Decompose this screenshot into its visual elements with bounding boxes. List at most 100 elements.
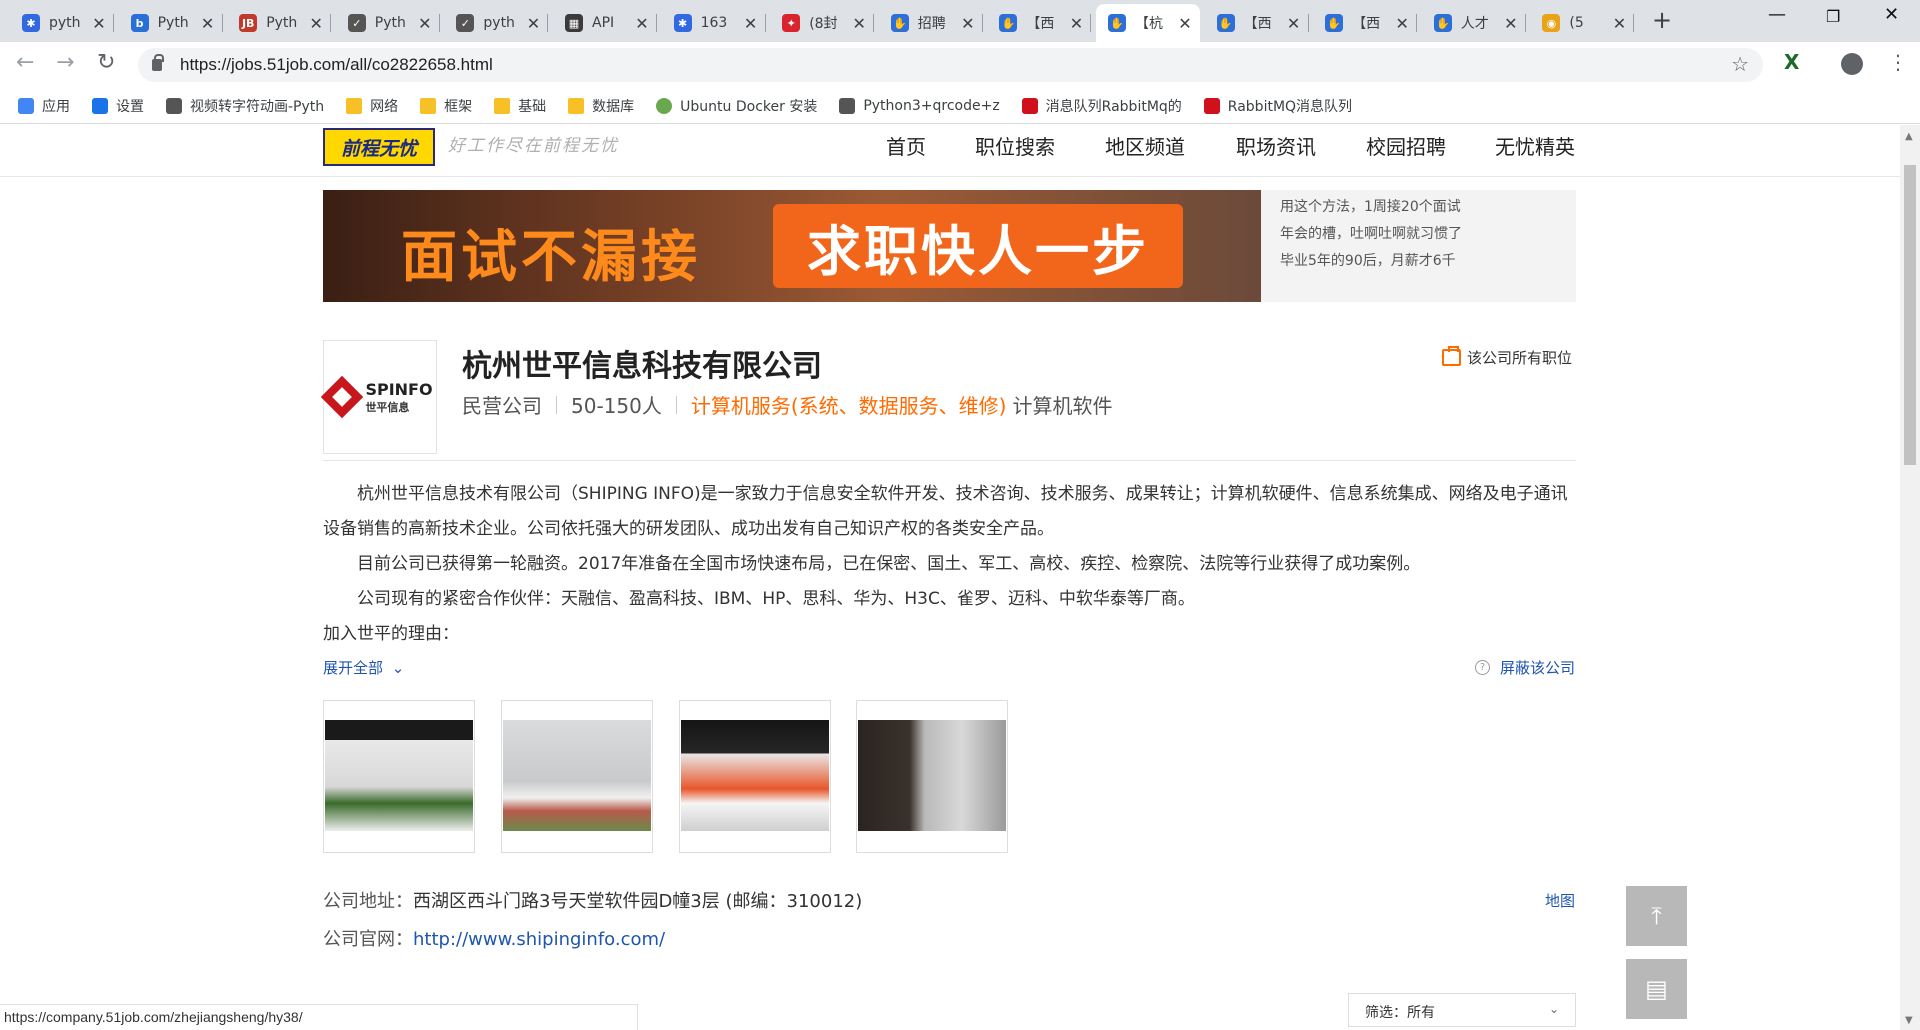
close-tab-icon[interactable]: ✕ [90,14,108,33]
nav-home[interactable]: 首页 [886,131,926,160]
browser-tab[interactable]: ✋ 【西 ✕ [1313,4,1418,42]
new-tab-button[interactable]: + [1652,6,1672,34]
office-photo-image [858,720,1006,831]
browser-tab[interactable]: ✋ 【杭 ✕ [1096,4,1200,42]
browser-tab[interactable]: ✱ pyth ✕ [10,4,114,42]
browser-tab[interactable]: ✋ 【西 ✕ [987,4,1092,42]
bookmark-item[interactable]: Ubuntu Docker 安装 [656,96,817,116]
ad-side-link[interactable]: 年会的槽，吐啊吐啊就习惯了 [1280,221,1576,248]
back-arrow-icon[interactable]: ← [16,50,34,75]
bookmark-item[interactable]: 设置 [92,96,144,116]
scrollbar-thumb[interactable] [1904,165,1916,465]
browser-tab[interactable]: ▦ API ✕ [553,4,657,42]
browser-tab[interactable]: ✦ (8封 ✕ [770,4,875,42]
tab-title: 【西 [1026,16,1055,32]
close-tab-icon[interactable]: ✕ [633,14,651,33]
bookmark-label: Ubuntu Docker 安装 [680,98,818,115]
company-photo[interactable] [679,700,831,853]
company-logo: SPINFO 世平信息 [321,340,437,454]
close-tab-icon[interactable]: ✕ [307,14,325,33]
company-type: 民营公司 [462,394,542,418]
ad-side-link[interactable]: 毕业5年的90后，月薪才6千 [1280,248,1576,275]
browser-tab[interactable]: ✋ 招聘 ✕ [879,4,983,42]
close-tab-icon[interactable]: ✕ [1285,14,1303,33]
nav-region[interactable]: 地区频道 [1105,131,1185,160]
office-photo-image [325,720,473,831]
bookmark-item[interactable]: 基础 [494,96,546,116]
close-tab-icon[interactable]: ✕ [1610,14,1628,33]
nav-campus[interactable]: 校园招聘 [1366,131,1446,160]
scroll-up-arrow-icon[interactable]: ▲ [1905,131,1913,142]
doc-icon: ▦ [565,14,583,32]
bookmark-item[interactable]: RabbitMQ消息队列 [1203,96,1353,116]
block-company-link[interactable]: ? 屏蔽该公司 [1475,657,1575,678]
page-scrollbar[interactable]: ▲ ▼ [1900,125,1920,1030]
back-to-top-button[interactable]: ⤒ [1626,886,1687,946]
bookmark-item[interactable]: 数据库 [568,96,634,116]
browser-tab[interactable]: ✋ 【西 ✕ [1205,4,1309,42]
reload-icon[interactable]: ↻ [97,50,115,75]
intro-paragraph: 目前公司已获得第一轮融资。2017年准备在全国市场快速布局，已在保密、国土、军工… [357,554,1421,574]
extension-x-icon[interactable]: X [1784,50,1799,74]
feedback-button[interactable]: ▤ [1626,959,1687,1019]
browser-tab[interactable]: ✋ 人才 ✕ [1422,4,1526,42]
all-jobs-link[interactable]: 该公司所有职位 [1442,346,1572,368]
baidu-icon: ✱ [22,14,40,32]
close-tab-icon[interactable]: ✕ [742,14,760,33]
close-tab-icon[interactable]: ✕ [524,14,542,33]
address-bar[interactable]: https://jobs.51job.com/all/co2822658.htm… [138,48,1763,82]
bookmark-item[interactable]: 网络 [346,96,398,116]
status-bar-url: https://company.51job.com/zhejiangsheng/… [0,1004,638,1030]
website-link[interactable]: http://www.shipinginfo.com/ [413,929,665,950]
ad-side-link[interactable]: 用这个方法，1周接20个面试 [1280,194,1576,221]
browser-tab[interactable]: ◉ (5 ✕ [1530,4,1635,42]
close-tab-icon[interactable]: ✕ [1502,14,1520,33]
bookmark-star-icon[interactable]: ☆ [1731,52,1749,76]
scroll-down-arrow-icon[interactable]: ▼ [1905,1015,1913,1026]
bookmark-item[interactable]: 消息队列RabbitMq的 [1021,96,1182,116]
ad-banner[interactable]: 面试不漏接 求职快人一步 [323,190,1261,302]
company-photo[interactable] [856,700,1008,853]
menu-dots-icon[interactable]: ⋮ [1888,50,1908,74]
browser-tab[interactable]: JB Pyth ✕ [227,4,332,42]
close-tab-icon[interactable]: ✕ [1393,14,1411,33]
intro-paragraph: 公司现有的紧密合作伙伴：天融信、盈高科技、IBM、HP、思科、华为、H3C、雀罗… [357,589,1195,609]
nav-career-news[interactable]: 职场资讯 [1236,131,1316,160]
close-tab-icon[interactable]: ✕ [1067,14,1085,33]
minimize-button[interactable]: — [1768,4,1786,25]
bookmark-label: 视频转字符动画-Pyth [190,98,325,115]
expand-all-link[interactable]: 展开全部 ⌄ [323,657,404,678]
browser-tab[interactable]: b Pyth ✕ [119,4,223,42]
close-tab-icon[interactable]: ✕ [1176,14,1194,33]
tab-separator [1524,14,1526,32]
close-window-button[interactable]: ✕ [1884,4,1899,25]
tab-title: (8封 [809,16,838,32]
company-industry-link[interactable]: 计算机服务(系统、数据服务、维修) [691,390,1007,419]
nav-elite[interactable]: 无忧精英 [1495,131,1575,160]
company-size: 50-150人 [571,394,662,418]
close-tab-icon[interactable]: ✕ [416,14,434,33]
filter-select[interactable]: 筛选：所有 ⌄ [1348,993,1576,1027]
forward-arrow-icon[interactable]: → [56,50,74,75]
bookmark-item[interactable]: Python3+qrcode+z [839,97,1000,114]
company-photo[interactable] [323,700,475,853]
nav-job-search[interactable]: 职位搜索 [975,131,1055,160]
map-link[interactable]: 地图 [1545,890,1575,911]
section-divider [323,460,1576,461]
browser-tab[interactable]: ✱ 163 ✕ [662,4,766,42]
close-tab-icon[interactable]: ✕ [199,14,217,33]
maximize-button[interactable]: ❐ [1826,7,1840,26]
browser-tab[interactable]: ✓ Pyth ✕ [336,4,440,42]
meta-divider [675,395,677,414]
bookmark-label: RabbitMQ消息队列 [1227,98,1353,115]
close-tab-icon[interactable]: ✕ [850,14,868,33]
bookmark-item[interactable]: 视频转字符动画-Pyth [166,96,324,116]
bookmark-item[interactable]: 框架 [420,96,472,116]
tab-separator [873,14,875,32]
browser-tab[interactable]: ✓ pyth ✕ [444,4,549,42]
url-text[interactable]: https://jobs.51job.com/all/co2822658.htm… [180,55,493,75]
company-photo[interactable] [501,700,653,853]
close-tab-icon[interactable]: ✕ [959,14,977,33]
profile-avatar-icon[interactable] [1841,53,1863,75]
bookmark-item[interactable]: 应用 [18,96,70,116]
